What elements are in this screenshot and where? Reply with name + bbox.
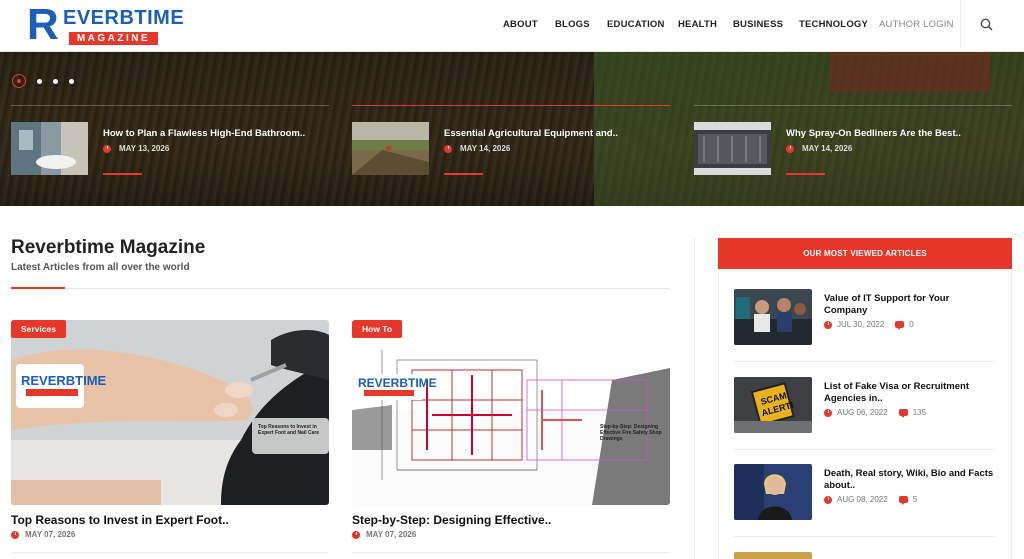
hero-title[interactable]: Why Spray-On Bedliners Are the Best..: [786, 128, 961, 139]
sidebar-article-meta: AUG 08, 2022 5: [824, 495, 917, 505]
hero-title[interactable]: Essential Agricultural Equipment and..: [444, 128, 618, 139]
article-image-shop-drawings[interactable]: REVERBTIME How To Step-by-Step: Designin…: [352, 320, 670, 505]
clock-icon: [824, 495, 832, 504]
nav-author-login[interactable]: AUTHOR LOGIN: [879, 19, 954, 30]
sidebar-article-title[interactable]: Death, Real story, Wiki, Bio and Facts a…: [824, 468, 994, 492]
nav-technology[interactable]: TECHNOLOGY: [799, 19, 868, 30]
card-divider: [11, 552, 329, 553]
sidebar-article-comments[interactable]: 0: [909, 320, 913, 329]
nav-blogs[interactable]: BLOGS: [555, 19, 590, 30]
slider-dot-active[interactable]: [12, 74, 26, 88]
clock-icon: [352, 530, 360, 539]
search-icon: [980, 18, 993, 30]
hero-thumbnail-bedliner[interactable]: [694, 122, 771, 175]
category-tag[interactable]: Services: [11, 320, 66, 338]
sidebar-thumbnail-biography[interactable]: [734, 464, 812, 520]
hero-background-barn: [830, 52, 990, 92]
clock-icon: [824, 320, 832, 329]
image-overlay-text: Top Reasons to Invest in Expert Foot and…: [258, 424, 320, 436]
nav-about[interactable]: ABOUT: [503, 19, 538, 30]
logo-subword: MAGAZINE: [69, 32, 158, 45]
hero-underline: [786, 173, 825, 175]
sidebar-article-meta: AUG 06, 2022 135: [824, 408, 926, 418]
sidebar-divider: [734, 449, 996, 450]
sidebar-divider: [734, 536, 996, 537]
article-date: MAY 07, 2026: [25, 530, 76, 539]
divider: [11, 105, 329, 106]
sidebar-article-comments[interactable]: 135: [913, 408, 926, 417]
section-divider: [11, 288, 670, 289]
section-title: Reverbtime Magazine: [11, 237, 206, 258]
clock-icon: [444, 144, 452, 153]
sidebar-article-date: JUL 30, 2022: [837, 320, 885, 329]
slider-dot[interactable]: [53, 78, 58, 84]
sidebar-article-date: AUG 06, 2022: [837, 408, 888, 417]
clock-icon: [824, 408, 832, 417]
sidebar-article-date: AUG 08, 2022: [837, 495, 888, 504]
article-meta: MAY 07, 2026: [11, 530, 75, 539]
hero-date: MAY 14, 2026: [802, 144, 853, 153]
article-image-foot-care[interactable]: REVERBTIME Services Top Reasons to Inves…: [11, 320, 329, 505]
sidebar-divider: [734, 361, 996, 362]
sidebar-article-title[interactable]: List of Fake Visa or Recruitment Agencie…: [824, 381, 994, 405]
hero-date: MAY 13, 2026: [119, 144, 170, 153]
article-title[interactable]: Step-by-Step: Designing Effective..: [352, 513, 551, 527]
comments-icon: [898, 496, 908, 505]
sidebar-thumbnail-partial[interactable]: [734, 552, 812, 559]
hero-item[interactable]: [694, 105, 1014, 205]
clock-icon: [103, 144, 111, 153]
site-header: R EVERBTIME MAGAZINE ABOUT BLOGS EDUCATI…: [0, 0, 1024, 52]
sidebar-article-title[interactable]: Value of IT Support for Your Company: [824, 293, 994, 317]
hero-underline: [103, 173, 142, 175]
hero-underline: [444, 173, 483, 175]
sidebar-thumbnail-it-support[interactable]: [734, 289, 812, 345]
hero-title[interactable]: How to Plan a Flawless High-End Bathroom…: [103, 128, 305, 139]
sidebar-thumbnail-scam-alert[interactable]: SCAM ALERT!: [734, 377, 812, 433]
card-divider: [352, 552, 670, 553]
slider-dot[interactable]: [37, 78, 42, 84]
article-title[interactable]: Top Reasons to Invest in Expert Foot..: [11, 513, 229, 527]
nav-education[interactable]: EDUCATION: [607, 19, 665, 30]
hero-thumbnail-farm[interactable]: [352, 122, 429, 175]
hero-date: MAY 14, 2026: [460, 144, 511, 153]
nav-health[interactable]: HEALTH: [678, 19, 717, 30]
hero-meta: MAY 14, 2026: [786, 144, 852, 153]
search-button[interactable]: [960, 0, 1012, 48]
article-date: MAY 07, 2026: [366, 530, 417, 539]
sidebar-article[interactable]: Value of IT Support for Your Company JUL…: [734, 289, 996, 377]
sidebar-article-comments[interactable]: 5: [913, 495, 917, 504]
site-logo[interactable]: R EVERBTIME MAGAZINE: [27, 0, 184, 49]
divider-active: [352, 105, 670, 106]
image-overlay-text: Step-by-Step: Designing Effective Fire S…: [600, 424, 662, 442]
slider-dots: [12, 74, 74, 88]
section-divider-accent: [11, 287, 65, 289]
category-tag[interactable]: How To: [352, 320, 403, 338]
nav-business[interactable]: BUSINESS: [733, 19, 783, 30]
slider-dot[interactable]: [69, 78, 74, 84]
hero-item[interactable]: [11, 105, 331, 205]
divider: [694, 105, 1012, 106]
hero-item[interactable]: [352, 105, 672, 205]
logo-word: EVERBTIME: [63, 7, 185, 29]
column-divider: [694, 238, 695, 559]
hero-meta: MAY 13, 2026: [103, 144, 169, 153]
article-meta: MAY 07, 2026: [352, 530, 416, 539]
sidebar-article[interactable]: SCAM ALERT! List of Fake Visa or Recruit…: [734, 377, 996, 465]
sidebar-article-meta: JUL 30, 2022 0: [824, 320, 914, 330]
comments-icon: [895, 321, 905, 330]
sidebar-article[interactable]: Death, Real story, Wiki, Bio and Facts a…: [734, 464, 996, 552]
hero-meta: MAY 14, 2026: [444, 144, 510, 153]
hero-thumbnail-bathroom[interactable]: [11, 122, 88, 175]
logo-letter: R: [27, 0, 59, 49]
svg-text:REVERBTIME: REVERBTIME: [358, 376, 437, 390]
svg-text:REVERBTIME: REVERBTIME: [21, 373, 107, 388]
clock-icon: [11, 530, 19, 539]
sidebar-heading: OUR MOST VIEWED ARTICLES: [718, 238, 1012, 269]
section-subtitle: Latest Articles from all over the world: [11, 262, 190, 273]
clock-icon: [786, 144, 794, 153]
comments-icon: [898, 409, 908, 418]
